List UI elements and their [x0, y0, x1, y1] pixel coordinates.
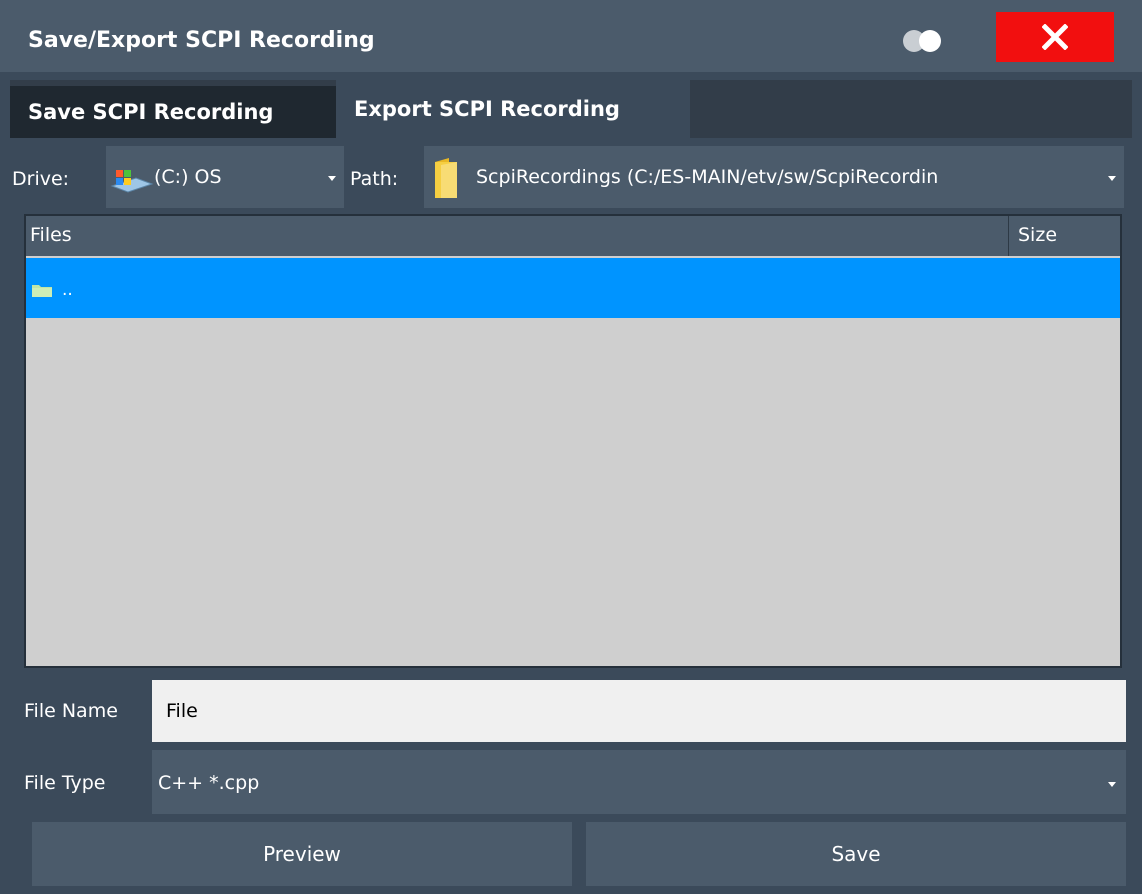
- chevron-down-icon: [1108, 176, 1116, 181]
- file-name-label: File Name: [24, 700, 118, 722]
- drive-icon: [110, 168, 154, 199]
- drive-value: (C:) OS: [154, 166, 222, 188]
- tab-strip: Save SCPI Recording Export SCPI Recordin…: [10, 80, 1132, 138]
- column-size[interactable]: Size: [1018, 224, 1057, 246]
- close-icon: [1042, 24, 1068, 50]
- column-divider: [1008, 216, 1009, 256]
- tab-export-scpi-recording[interactable]: Export SCPI Recording: [336, 80, 690, 138]
- file-type-label: File Type: [24, 772, 106, 794]
- path-dropdown[interactable]: ScpiRecordings (C:/ES-MAIN/etv/sw/ScpiRe…: [424, 146, 1124, 208]
- file-list[interactable]: Files Size ..: [24, 214, 1122, 668]
- chevron-down-icon: [1108, 782, 1116, 787]
- file-type-dropdown[interactable]: C++ *.cpp: [152, 750, 1126, 814]
- dialog-title: Save/Export SCPI Recording: [28, 28, 375, 53]
- close-button[interactable]: [996, 12, 1114, 62]
- preview-button[interactable]: Preview: [32, 822, 572, 886]
- path-value: ScpiRecordings (C:/ES-MAIN/etv/sw/ScpiRe…: [476, 166, 939, 188]
- path-label: Path:: [350, 168, 399, 190]
- drive-dropdown[interactable]: (C:) OS: [106, 146, 344, 208]
- title-bar: Save/Export SCPI Recording: [0, 0, 1142, 72]
- chevron-down-icon: [328, 176, 336, 181]
- drive-label: Drive:: [12, 168, 70, 190]
- folder-icon: [32, 282, 52, 301]
- tab-content: Drive: (C:) OS Path: ScpiRecordings (C:/…: [10, 138, 1132, 888]
- folder-icon: [432, 156, 462, 205]
- file-name-field[interactable]: File: [152, 680, 1126, 742]
- tab-save-scpi-recording[interactable]: Save SCPI Recording: [10, 86, 336, 138]
- file-list-header: Files Size: [26, 216, 1120, 256]
- table-row[interactable]: ..: [26, 258, 1120, 318]
- toggle-icon[interactable]: [900, 28, 946, 54]
- file-type-value: C++ *.cpp: [158, 772, 260, 794]
- save-export-dialog: Save/Export SCPI Recording Save SCPI Rec…: [0, 0, 1142, 894]
- file-name-cell: ..: [62, 280, 73, 300]
- column-files[interactable]: Files: [30, 224, 72, 246]
- save-button[interactable]: Save: [586, 822, 1126, 886]
